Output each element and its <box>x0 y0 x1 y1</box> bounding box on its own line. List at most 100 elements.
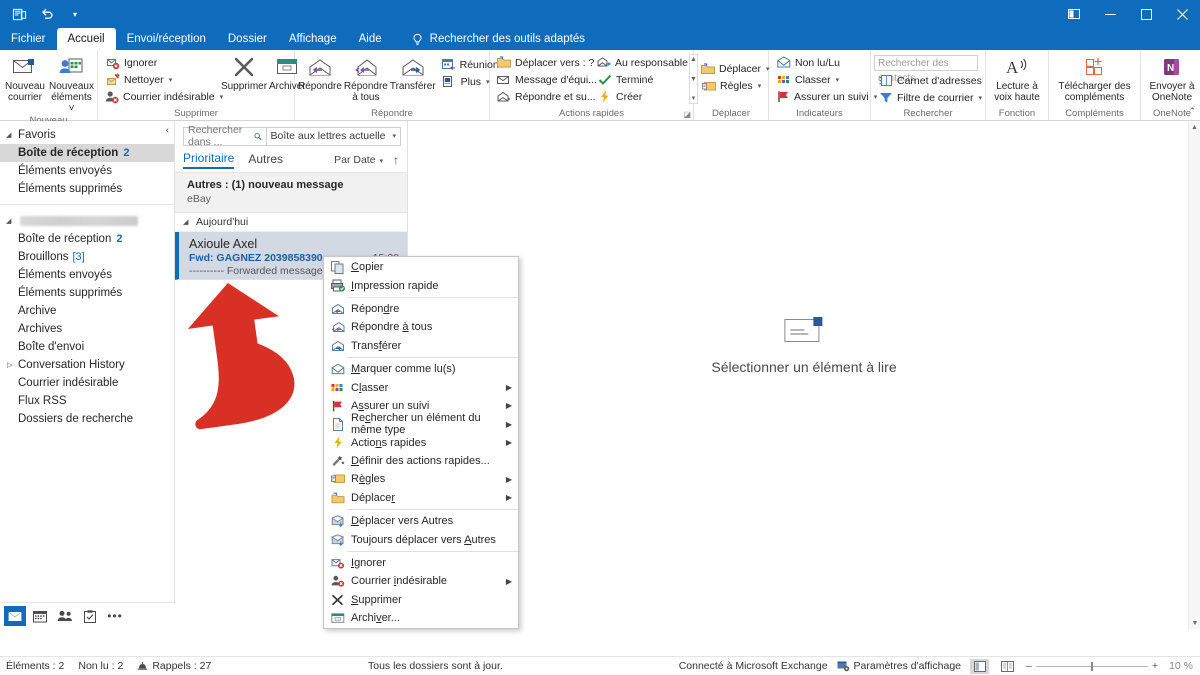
delete-button[interactable]: Supprimer <box>221 52 267 92</box>
other-inbox-banner[interactable]: Autres : (1) nouveau message eBay <box>175 173 407 213</box>
ignore-button[interactable]: Ignorer <box>101 54 219 71</box>
reply-button[interactable]: Répondre <box>298 52 342 92</box>
customize-qat-icon[interactable]: ▾ <box>62 2 88 26</box>
reading-pane-scrollbar[interactable]: ▲ ▼ <box>1188 121 1200 629</box>
rules-button[interactable]: Règles ▾ <box>697 77 769 94</box>
zoom-value[interactable]: 10 % <box>1167 660 1193 672</box>
follow-up-button[interactable]: Assurer un suivi ▾ <box>772 88 871 105</box>
context-menu-item-repondre-a-tous[interactable]: Répondre à tous <box>324 318 518 336</box>
context-menu-item-actions-rapides[interactable]: Actions rapides ▶ <box>324 434 518 452</box>
tab-aide[interactable]: Aide <box>348 28 393 50</box>
pivot-prioritaire[interactable]: Prioritaire <box>183 151 234 169</box>
clean-up-button[interactable]: Nettoyer ▾ <box>101 71 219 88</box>
account-header[interactable]: ◢ <box>0 211 174 230</box>
sidebar-item-rss[interactable]: Flux RSS <box>0 392 174 410</box>
date-group-header[interactable]: ◢ Aujourd'hui <box>175 213 407 232</box>
reading-view-button[interactable] <box>998 659 1017 674</box>
sidebar-item-deleted[interactable]: Éléments supprimés <box>0 284 174 302</box>
new-email-button[interactable]: Nouveau courrier <box>3 52 47 103</box>
context-menu-item-courrier-indesirable[interactable]: Courrier indésirable ▶ <box>324 572 518 590</box>
mail-nav-icon[interactable] <box>4 606 26 626</box>
sidebar-item-favorites-sent[interactable]: Éléments envoyés <box>0 162 174 180</box>
sidebar-item-outbox[interactable]: Boîte d'envoi <box>0 338 174 356</box>
reply-and-delete-button[interactable]: Répondre et su... <box>493 88 591 105</box>
favorites-header[interactable]: ◢ Favoris <box>0 125 174 144</box>
zoom-out-button[interactable]: – <box>1026 660 1032 672</box>
normal-view-button[interactable] <box>970 659 989 674</box>
junk-button[interactable]: Courrier indésirable ▾ <box>101 88 219 105</box>
scroll-up-icon[interactable]: ▲ <box>1189 121 1200 133</box>
sort-direction-icon[interactable]: ↑ <box>393 153 399 167</box>
context-menu-item-classer[interactable]: Classer ▶ <box>324 378 518 396</box>
undo-icon[interactable] <box>34 2 60 26</box>
context-menu-item-toujours-deplacer-vers-autres[interactable]: Toujours déplacer vers Autres <box>324 530 518 548</box>
sidebar-item-archives[interactable]: Archives <box>0 320 174 338</box>
zoom-knob[interactable] <box>1091 662 1093 671</box>
chevron-collapsed-icon[interactable]: ▷ <box>7 361 15 369</box>
categorize-button[interactable]: Classer ▾ <box>772 71 871 88</box>
collapse-ribbon-icon[interactable]: ⌃ <box>1188 106 1196 117</box>
sidebar-item-favorites-deleted[interactable]: Éléments supprimés <box>0 180 174 198</box>
search-input[interactable]: Rechercher dans ... <box>183 127 267 146</box>
filter-email-button[interactable]: Filtre de courrier ▾ <box>874 89 986 106</box>
calendar-nav-icon[interactable] <box>29 606 51 626</box>
sidebar-item-search-folders[interactable]: Dossiers de recherche <box>0 410 174 428</box>
sort-by-dropdown[interactable]: Par Date ▾ <box>334 154 383 166</box>
forward-button[interactable]: Transférer <box>390 52 436 92</box>
sidebar-item-archive[interactable]: Archive <box>0 302 174 320</box>
ribbon-display-options-icon[interactable] <box>1056 0 1092 28</box>
read-aloud-button[interactable]: A Lecture à voix haute <box>989 52 1045 103</box>
tab-envoi-reception[interactable]: Envoi/réception <box>116 28 217 50</box>
sidebar-item-junk[interactable]: Courrier indésirable <box>0 374 174 392</box>
save-send-icon[interactable] <box>6 2 32 26</box>
context-menu-item-repondre[interactable]: Répondre <box>324 300 518 318</box>
move-button[interactable]: Déplacer ▾ <box>697 60 769 77</box>
send-to-onenote-button[interactable]: N Envoyer à OneNote <box>1144 52 1200 103</box>
context-menu-item-transferer[interactable]: Transférer <box>324 337 518 355</box>
more-nav-icon[interactable]: ••• <box>104 606 126 626</box>
zoom-slider[interactable]: – + <box>1026 660 1158 672</box>
context-menu-item-ignorer[interactable]: Ignorer <box>324 554 518 572</box>
sidebar-item-inbox[interactable]: Boîte de réception 2 <box>0 230 174 248</box>
address-book-button[interactable]: Carnet d'adresses <box>874 72 986 89</box>
view-settings-button[interactable]: Paramètres d'affichage <box>837 660 961 672</box>
unread-read-button[interactable]: Non lu/Lu <box>772 54 871 71</box>
done-button[interactable]: Terminé <box>593 71 685 88</box>
status-reminders[interactable]: Rappels : 27 <box>137 660 211 672</box>
pivot-autres[interactable]: Autres <box>248 152 283 168</box>
tab-dossier[interactable]: Dossier <box>217 28 278 50</box>
get-addins-button[interactable]: Télécharger des compléments <box>1052 52 1137 103</box>
quick-steps-dialog-launcher[interactable]: ◪ <box>683 110 691 119</box>
context-menu-item-supprimer[interactable]: Supprimer <box>324 591 518 609</box>
scroll-down-icon[interactable]: ▼ <box>1189 617 1200 629</box>
team-email-button[interactable]: Message d'équi... <box>493 71 591 88</box>
context-menu-item-deplacer[interactable]: Déplacer ▶ <box>324 489 518 507</box>
collapse-folder-pane-icon[interactable]: ‹ <box>166 125 169 136</box>
tab-accueil[interactable]: Accueil <box>57 28 116 50</box>
context-menu-item-impression-rapide[interactable]: Impression rapide <box>324 276 518 294</box>
context-menu-item-archiver[interactable]: Archiver... <box>324 609 518 627</box>
new-items-button[interactable]: Nouveaux éléments ˅ <box>49 52 94 114</box>
context-menu-item-deplacer-vers-autres[interactable]: Déplacer vers Autres <box>324 512 518 530</box>
to-manager-button[interactable]: Au responsable <box>593 54 685 71</box>
context-menu-item-rechercher-meme-type[interactable]: Rechercher un élément du même type ▶ <box>324 415 518 433</box>
maximize-icon[interactable] <box>1128 0 1164 28</box>
tasks-nav-icon[interactable] <box>79 606 101 626</box>
sidebar-item-favorites-inbox[interactable]: Boîte de réception 2 <box>0 144 174 162</box>
context-menu-item-copier[interactable]: Copier <box>324 258 518 276</box>
move-to-button[interactable]: Déplacer vers : ? <box>493 54 591 71</box>
reply-all-button[interactable]: Répondre à tous <box>344 52 388 103</box>
tab-fichier[interactable]: Fichier <box>0 28 57 50</box>
tell-me-search[interactable]: Rechercher des outils adaptés <box>403 28 593 50</box>
context-menu-item-regles[interactable]: Règles ▶ <box>324 470 518 488</box>
context-menu-item-definir-actions-rapides[interactable]: Définir des actions rapides... <box>324 452 518 470</box>
zoom-track[interactable] <box>1036 666 1148 667</box>
search-contacts-input[interactable]: Rechercher des contacts <box>874 55 978 71</box>
sidebar-item-drafts[interactable]: Brouillons [3] <box>0 248 174 266</box>
close-icon[interactable] <box>1164 0 1200 28</box>
minimize-icon[interactable] <box>1092 0 1128 28</box>
create-new-button[interactable]: Créer <box>593 88 685 105</box>
sidebar-item-conversation-history[interactable]: ▷ Conversation History <box>0 356 174 374</box>
sidebar-item-sent[interactable]: Éléments envoyés <box>0 266 174 284</box>
zoom-in-button[interactable]: + <box>1152 660 1158 672</box>
